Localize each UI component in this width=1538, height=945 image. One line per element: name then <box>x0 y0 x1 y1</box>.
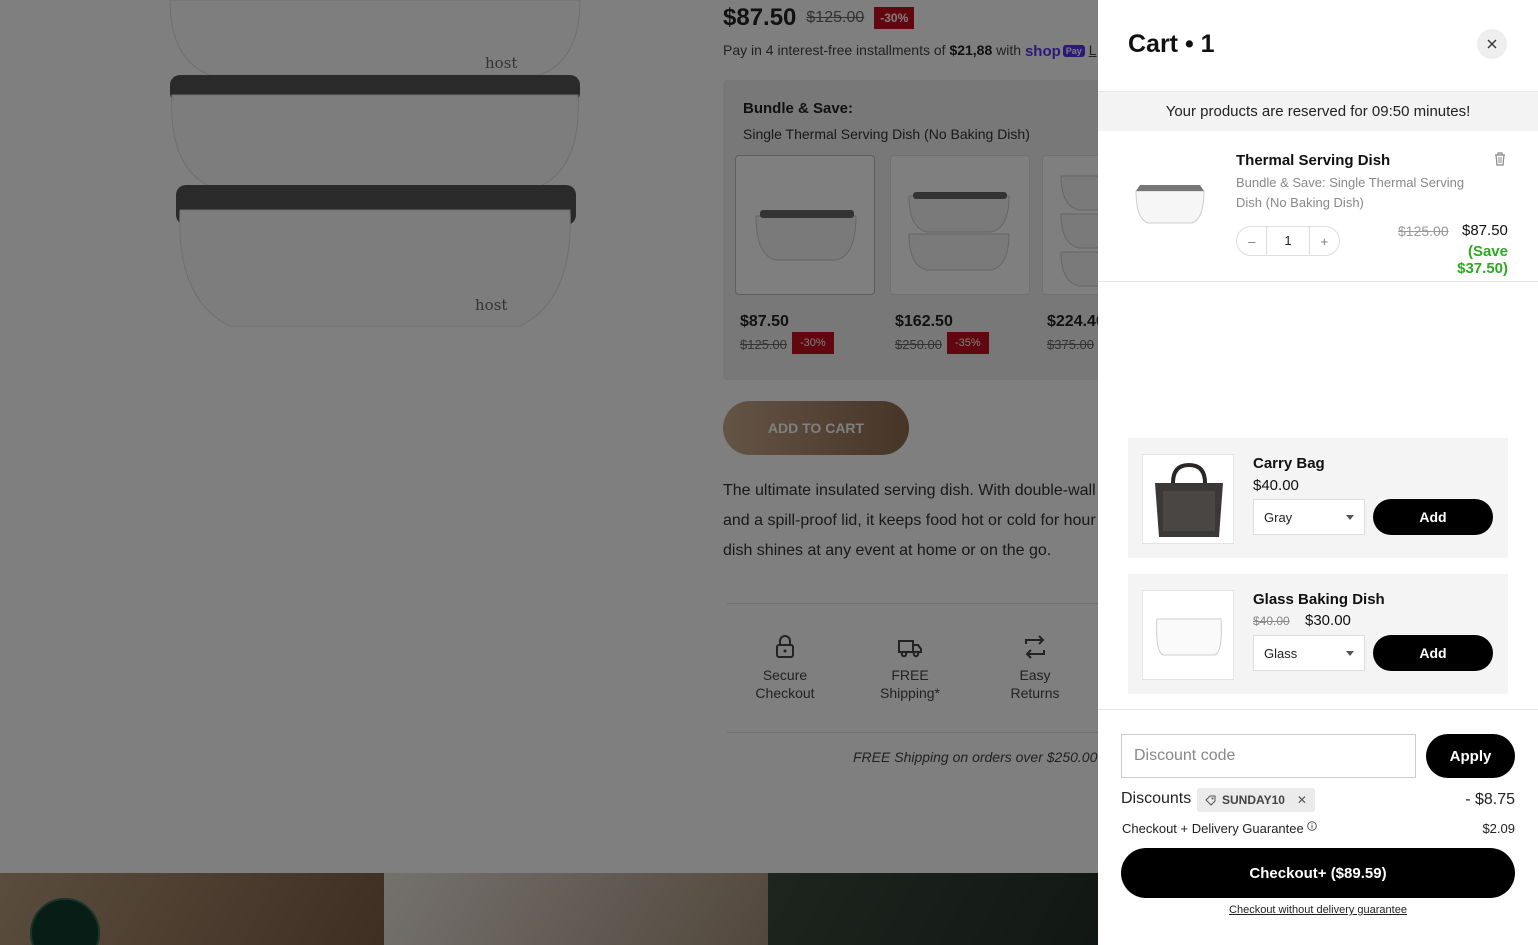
upsell-variant-select[interactable]: Glass <box>1253 635 1365 671</box>
upsell-selected-option: Glass <box>1264 645 1298 661</box>
chevron-down-icon <box>1346 650 1354 656</box>
upsell-compare-price: $40.00 <box>1253 614 1290 628</box>
quantity-value[interactable]: 1 <box>1266 227 1310 255</box>
upsell-name: Carry Bag <box>1253 455 1325 472</box>
reservation-timer: Your products are reserved for 09:50 min… <box>1098 91 1538 131</box>
upsell-name: Glass Baking Dish <box>1253 591 1385 608</box>
line-item-price: $87.50 <box>1462 222 1508 239</box>
upsell-price: $30.00 <box>1305 612 1351 629</box>
line-item-compare-price: $125.00 <box>1398 223 1449 239</box>
upsell-selected-option: Gray <box>1264 509 1293 525</box>
discount-code-input[interactable] <box>1121 734 1416 778</box>
delivery-guarantee-text: Checkout + Delivery Guarantee <box>1122 821 1304 836</box>
cart-footer: Apply Discounts SUNDAY10 ✕ - $8.75 Check… <box>1098 709 1538 945</box>
checkout-without-guarantee-link[interactable]: Checkout without delivery guarantee <box>1098 904 1538 916</box>
tag-icon <box>1205 795 1216 806</box>
page-dim-overlay[interactable] <box>0 0 1098 945</box>
discount-amount: - $8.75 <box>1465 791 1515 808</box>
line-item-savings: (Save $37.50) <box>1457 243 1508 277</box>
remove-discount-icon[interactable]: ✕ <box>1297 793 1307 807</box>
line-item-variant: Bundle & Save: Single Thermal Serving Di… <box>1236 175 1465 210</box>
line-item-image <box>1130 161 1210 231</box>
discount-code-text: SUNDAY10 <box>1222 793 1285 807</box>
upsell-add-button[interactable]: Add <box>1373 499 1493 535</box>
quantity-stepper: – 1 + <box>1236 226 1340 256</box>
delivery-guarantee-amount: $2.09 <box>1482 821 1515 836</box>
upsell-image <box>1142 454 1234 544</box>
quantity-increase-button[interactable]: + <box>1310 227 1339 255</box>
discounts-label: Discounts <box>1121 790 1192 807</box>
line-item-name[interactable]: Thermal Serving Dish <box>1236 152 1390 169</box>
checkout-button[interactable]: Checkout+ ($89.59) <box>1121 848 1515 898</box>
close-icon <box>1487 39 1497 49</box>
discount-chip: SUNDAY10 ✕ <box>1197 788 1315 812</box>
quantity-decrease-button[interactable]: – <box>1237 227 1266 255</box>
upsell-card-carry-bag: Carry Bag $40.00 Gray Add <box>1128 438 1508 558</box>
cart-drawer: Cart • 1 Your products are reserved for … <box>1098 0 1538 945</box>
apply-discount-button[interactable]: Apply <box>1426 734 1515 778</box>
upsell-add-button[interactable]: Add <box>1373 635 1493 671</box>
delivery-guarantee-label: Checkout + Delivery Guarantee <box>1122 821 1318 836</box>
cart-line-item: Thermal Serving Dish Bundle & Save: Sing… <box>1098 131 1538 282</box>
close-cart-button[interactable] <box>1477 29 1507 59</box>
trash-icon[interactable] <box>1492 151 1508 167</box>
upsell-price: $40.00 <box>1253 477 1299 494</box>
upsell-variant-select[interactable]: Gray <box>1253 499 1365 535</box>
info-icon[interactable] <box>1307 821 1318 831</box>
chevron-down-icon <box>1346 514 1354 520</box>
upsell-image <box>1142 590 1234 680</box>
upsell-card-glass-baking-dish: Glass Baking Dish $40.00 $30.00 Glass Ad… <box>1128 574 1508 694</box>
cart-title: Cart • 1 <box>1128 30 1215 58</box>
